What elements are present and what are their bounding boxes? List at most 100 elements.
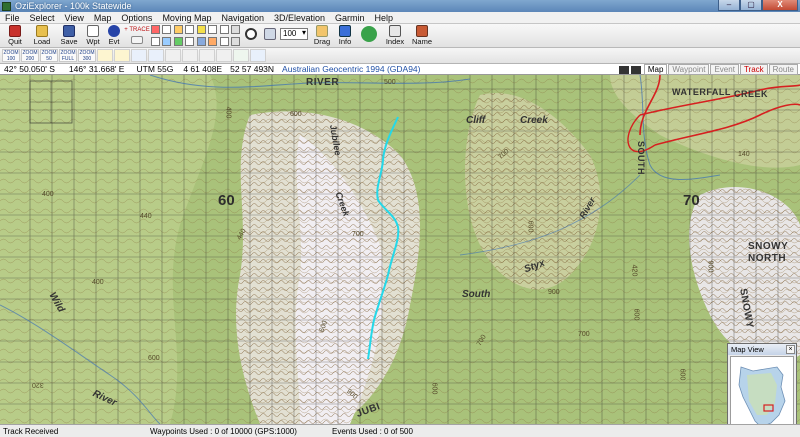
menu-garmin[interactable]: Garmin: [330, 13, 370, 23]
grid-label-60: 60: [218, 192, 235, 209]
label-south-vertical: SOUTH: [636, 141, 646, 175]
map-tool-4[interactable]: [208, 36, 217, 46]
main-toolbar: Quit Load Save Wpt Evt + TRACE 100 ▾ Dra…: [0, 24, 800, 48]
route-tool-4[interactable]: [162, 36, 171, 46]
northing-readout: 52 57 493N: [230, 64, 275, 74]
quit-button[interactable]: Quit: [2, 24, 28, 47]
menu-3d-elevation[interactable]: 3D/Elevation: [269, 13, 330, 23]
contour-label: 420: [630, 264, 638, 277]
map-tool-2[interactable]: [208, 25, 217, 34]
option-button-4[interactable]: [148, 49, 164, 62]
zoom-level-select[interactable]: 100: [280, 28, 308, 40]
contour-label: 440: [140, 213, 152, 220]
option-button-7[interactable]: [199, 49, 215, 62]
track-tools: [173, 24, 195, 47]
nav-tool-3[interactable]: [220, 36, 229, 46]
map-tool-3[interactable]: [197, 36, 206, 46]
easting-readout: 4 61 408E: [183, 64, 223, 74]
pan-button[interactable]: [357, 24, 381, 47]
monitor-icon[interactable]: [630, 65, 641, 74]
minimize-button[interactable]: –: [718, 0, 740, 11]
zoom-200-button[interactable]: ZOOM 200: [21, 49, 39, 62]
route-tool-3[interactable]: [151, 36, 160, 46]
label-north: NORTH: [748, 253, 787, 264]
option-button-5[interactable]: [165, 49, 181, 62]
measure-button[interactable]: [261, 24, 279, 47]
label-cliff: Cliff: [466, 115, 486, 126]
menu-select[interactable]: Select: [25, 13, 60, 23]
name-label: Name: [411, 37, 432, 46]
bottom-status-bar: Track Received Waypoints Used : 0 of 100…: [0, 424, 800, 437]
route-tool-2[interactable]: [162, 25, 171, 34]
track-tool-1[interactable]: [174, 25, 183, 34]
info-button[interactable]: Info: [334, 24, 356, 47]
option-button-8[interactable]: [216, 49, 232, 62]
map-tool-1[interactable]: [197, 25, 206, 34]
tab-map[interactable]: Map: [643, 64, 668, 75]
map-canvas[interactable]: 60 70 RIVER Cliff Creek WATERFALL CREEK …: [0, 75, 800, 424]
filter-icon[interactable]: [250, 49, 266, 62]
measure-icon: [264, 28, 276, 40]
map-view-overview[interactable]: [730, 356, 794, 432]
option-button-3[interactable]: [131, 49, 147, 62]
tab-event[interactable]: Event: [710, 64, 739, 75]
save-button[interactable]: Save: [56, 24, 82, 47]
map-view-panel[interactable]: Map View ×: [727, 343, 797, 435]
option-button-6[interactable]: [182, 49, 198, 62]
drag-button[interactable]: Drag: [311, 24, 333, 47]
zoom-full-button[interactable]: ZOOM FULL: [59, 49, 77, 62]
nav-tool-1[interactable]: [220, 25, 229, 34]
zoom-50-button[interactable]: ZOOM 50: [40, 49, 58, 62]
menu-file[interactable]: File: [0, 13, 25, 23]
contour-label: 700: [352, 231, 364, 238]
add-waypoint-button[interactable]: Wpt: [83, 24, 103, 47]
nav-tool-4[interactable]: [231, 36, 240, 46]
menu-help[interactable]: Help: [370, 13, 399, 23]
graph-icon[interactable]: [233, 49, 249, 62]
menu-moving-map[interactable]: Moving Map: [157, 13, 216, 23]
load-button[interactable]: Load: [29, 24, 55, 47]
contour-label: 900: [548, 289, 560, 296]
menu-options[interactable]: Options: [116, 13, 157, 23]
index-button[interactable]: Index: [382, 24, 408, 47]
track-tool-3[interactable]: [174, 36, 183, 46]
find-button[interactable]: [242, 24, 260, 47]
map-tools: [196, 24, 218, 47]
label-south-mid: South: [462, 289, 491, 300]
map-view-title-text: Map View: [731, 345, 764, 354]
name-button[interactable]: Name: [409, 24, 435, 47]
contour-label: 400: [92, 279, 104, 286]
track-tool-4[interactable]: [185, 36, 194, 46]
add-event-button[interactable]: Evt: [104, 24, 124, 47]
info-icon: [339, 25, 351, 37]
label-creek-right: CREEK: [734, 89, 769, 99]
window-controls: – ▢ X: [718, 0, 798, 11]
index-label: Index: [385, 37, 405, 46]
menu-map[interactable]: Map: [89, 13, 117, 23]
option-button-2[interactable]: [114, 49, 130, 62]
trace-button[interactable]: + TRACE: [124, 24, 150, 47]
close-button[interactable]: X: [762, 0, 798, 11]
grid-zone-readout: UTM 55G: [136, 64, 174, 74]
map-view-close-button[interactable]: ×: [786, 345, 795, 354]
option-button-1[interactable]: [97, 49, 113, 62]
screen-icon[interactable]: [618, 65, 629, 74]
menu-view[interactable]: View: [60, 13, 89, 23]
track-tool-2[interactable]: [185, 25, 194, 34]
route-tool-1[interactable]: [151, 25, 160, 34]
menu-navigation[interactable]: Navigation: [216, 13, 269, 23]
zoom-300-button[interactable]: ZOOM 300: [78, 49, 96, 62]
folder-icon: [36, 25, 48, 37]
maximize-button[interactable]: ▢: [740, 0, 762, 11]
nav-tool-2[interactable]: [231, 25, 240, 34]
view-tabs: Map Waypoint Event Track Route: [617, 64, 798, 75]
drag-label: Drag: [313, 37, 331, 46]
tab-route[interactable]: Route: [768, 64, 798, 75]
tab-waypoint[interactable]: Waypoint: [668, 64, 710, 75]
menu-bar: File Select View Map Options Moving Map …: [0, 12, 800, 24]
quit-icon: [9, 25, 21, 37]
save-label: Save: [60, 37, 78, 46]
contour-label: 600: [430, 382, 438, 395]
zoom-100-button[interactable]: ZOOM 100: [2, 49, 20, 62]
tab-track[interactable]: Track: [739, 64, 768, 75]
